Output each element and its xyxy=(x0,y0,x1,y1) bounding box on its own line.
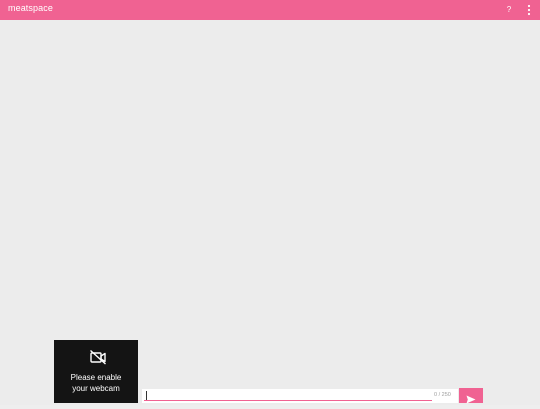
webcam-message: Please enable your webcam xyxy=(54,372,138,394)
videocam-off-icon xyxy=(89,349,107,365)
app-title: meatspace xyxy=(8,3,53,13)
webcam-message-line-2: your webcam xyxy=(72,384,120,393)
help-button[interactable]: ? xyxy=(502,2,516,18)
message-input[interactable] xyxy=(144,390,432,401)
app-bar: meatspace ? xyxy=(0,0,540,20)
character-counter: 0 / 250 xyxy=(434,392,451,398)
more-vertical-icon[interactable] xyxy=(523,3,535,17)
message-composer: 0 / 250 xyxy=(142,389,458,403)
send-button[interactable] xyxy=(459,388,483,404)
send-icon xyxy=(466,391,476,404)
text-caret xyxy=(146,391,147,400)
webcam-message-line-1: Please enable xyxy=(70,373,122,382)
webcam-preview: Please enable your webcam xyxy=(54,340,138,403)
